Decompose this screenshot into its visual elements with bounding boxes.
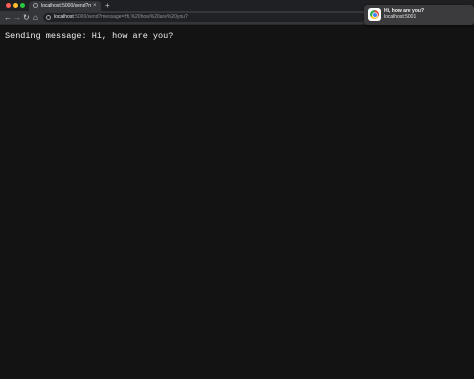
chrome-icon xyxy=(368,8,381,21)
browser-window: localhost:5000/send?message= × + ← → ↻ ⌂… xyxy=(0,0,474,379)
url-host: localhost xyxy=(54,14,74,20)
url-text[interactable]: localhost:5000/send?message=Hi,%20how%20… xyxy=(54,13,188,22)
back-button[interactable]: ← xyxy=(4,13,12,22)
home-button[interactable]: ⌂ xyxy=(33,13,38,22)
minimize-window-button[interactable] xyxy=(13,3,18,8)
browser-tab[interactable]: localhost:5000/send?message= × xyxy=(29,1,101,11)
forward-button[interactable]: → xyxy=(13,13,21,22)
tab-close-icon[interactable]: × xyxy=(93,2,97,10)
site-info-icon[interactable] xyxy=(46,15,51,20)
system-notification[interactable]: Hi, how are you? localhost:5001 xyxy=(364,5,474,25)
notification-body: localhost:5001 xyxy=(384,14,417,20)
maximize-window-button[interactable] xyxy=(20,3,25,8)
globe-icon xyxy=(33,3,38,8)
address-bar[interactable]: localhost:5000/send?message=Hi,%20how%20… xyxy=(43,13,365,22)
reload-button[interactable]: ↻ xyxy=(23,13,30,22)
url-path: :5000/send?message=Hi,%20how%20are%20you… xyxy=(73,14,188,20)
status-message: Sending message: Hi, how are you? xyxy=(5,31,174,41)
close-window-button[interactable] xyxy=(6,3,11,8)
new-tab-button[interactable]: + xyxy=(105,1,110,10)
chrome-logo-icon xyxy=(370,10,379,19)
tab-title: localhost:5000/send?message= xyxy=(41,3,91,9)
page-content: Sending message: Hi, how are you? xyxy=(0,25,474,379)
